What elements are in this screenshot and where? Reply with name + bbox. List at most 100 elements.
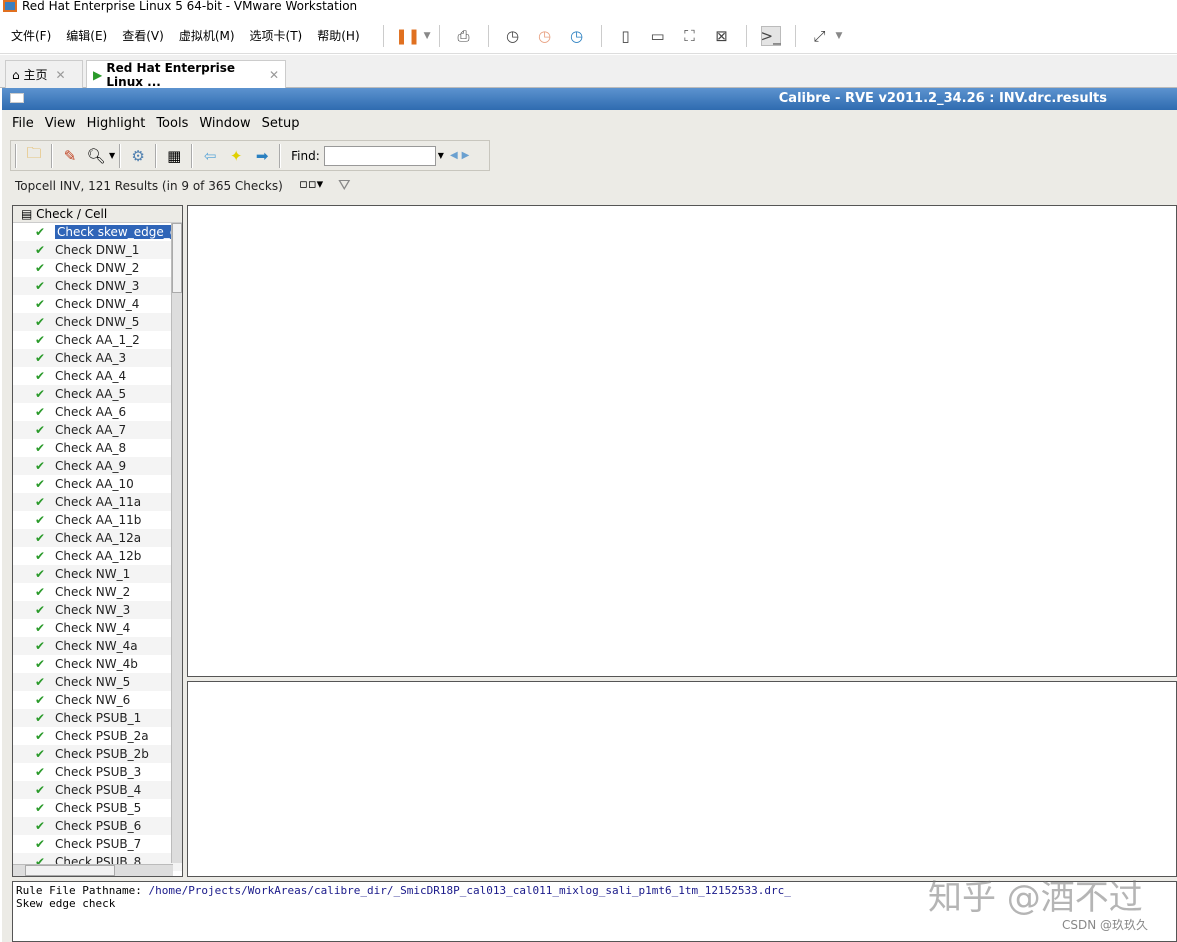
view-options-icon[interactable]: ▫▫▾: [299, 177, 323, 192]
check-row[interactable]: ✔ Check NW_5: [13, 673, 182, 691]
check-row[interactable]: ✔ Check AA_5: [13, 385, 182, 403]
check-label: Check skew_edge_c: [55, 225, 179, 239]
snapshot-icon[interactable]: ◷: [503, 26, 523, 46]
sidebar-view-icon[interactable]: ▯: [616, 26, 636, 46]
check-row[interactable]: ✔ Check PSUB_2a: [13, 727, 182, 745]
horizontal-scrollbar[interactable]: [13, 864, 173, 876]
stretch-icon[interactable]: ⤢: [810, 26, 830, 46]
results-pane[interactable]: [187, 205, 1177, 677]
check-row[interactable]: ✔ Check NW_3: [13, 601, 182, 619]
check-row[interactable]: ✔ Check AA_11a: [13, 493, 182, 511]
check-row[interactable]: ✔ Check NW_6: [13, 691, 182, 709]
check-pass-icon: ✔: [35, 531, 46, 545]
stretch-dropdown-icon[interactable]: ▼: [836, 31, 843, 41]
close-icon[interactable]: ✕: [269, 68, 279, 82]
scrollbar-thumb[interactable]: [25, 865, 115, 876]
check-row[interactable]: ✔ Check NW_2: [13, 583, 182, 601]
send-keys-icon[interactable]: ⎙: [454, 26, 474, 46]
dropdown-icon[interactable]: ▼: [109, 151, 115, 160]
menu-tools[interactable]: Tools: [156, 116, 188, 131]
console-icon[interactable]: >_: [761, 25, 781, 46]
clear-highlight-icon[interactable]: ✎: [59, 145, 81, 167]
close-icon[interactable]: ✕: [55, 68, 65, 82]
check-row[interactable]: ✔ Check AA_12b: [13, 547, 182, 565]
find-next-icon[interactable]: ▶: [462, 150, 470, 161]
check-row[interactable]: ✔ Check DNW_3: [13, 277, 182, 295]
check-row[interactable]: ✔ Check PSUB_2b: [13, 745, 182, 763]
vm-menu-tabs[interactable]: 选项卡(T): [250, 27, 303, 44]
open-folder-icon[interactable]: 🗀: [23, 144, 45, 167]
check-row[interactable]: ✔ Check PSUB_3: [13, 763, 182, 781]
check-row[interactable]: ✔ Check AA_11b: [13, 511, 182, 529]
check-row[interactable]: ✔ Check AA_1_2: [13, 331, 182, 349]
filter-icon[interactable]: ⛛: [338, 176, 351, 194]
check-row[interactable]: ✔ Check PSUB_7: [13, 835, 182, 853]
window-menu-icon[interactable]: [10, 93, 24, 103]
vm-menu-edit[interactable]: 编辑(E): [66, 27, 107, 44]
check-pass-icon: ✔: [35, 243, 46, 257]
find-previous-icon[interactable]: ◀: [450, 150, 458, 161]
highlight-current-icon[interactable]: ✦: [225, 145, 247, 167]
unity-icon[interactable]: ⊠: [712, 26, 732, 46]
check-row[interactable]: ✔ Check PSUB_5: [13, 799, 182, 817]
next-arrow-icon[interactable]: ➡: [251, 145, 273, 167]
check-row[interactable]: ✔ Check NW_4a: [13, 637, 182, 655]
menu-setup[interactable]: Setup: [262, 116, 300, 131]
tree-header[interactable]: ▤ Check / Cell: [13, 206, 182, 223]
menu-highlight[interactable]: Highlight: [87, 116, 146, 131]
details-pane[interactable]: [187, 681, 1177, 877]
check-row[interactable]: ✔ Check DNW_5: [13, 313, 182, 331]
previous-arrow-icon[interactable]: ⇦: [199, 145, 221, 167]
check-pass-icon: ✔: [35, 423, 46, 437]
check-row[interactable]: ✔ Check NW_4b: [13, 655, 182, 673]
vm-menu-vm[interactable]: 虚拟机(M): [179, 27, 235, 44]
find-dropdown-icon[interactable]: ▼: [438, 151, 444, 160]
pause-icon[interactable]: ❚❚: [395, 26, 420, 46]
check-row[interactable]: ✔ Check DNW_4: [13, 295, 182, 313]
check-row[interactable]: ✔ Check AA_8: [13, 439, 182, 457]
check-row[interactable]: ✔ Check AA_6: [13, 403, 182, 421]
vertical-scrollbar[interactable]: [171, 223, 182, 863]
check-row[interactable]: ✔ Check NW_1: [13, 565, 182, 583]
check-row[interactable]: ✔ Check PSUB_4: [13, 781, 182, 799]
tab-home[interactable]: ⌂ 主页 ✕: [5, 60, 83, 88]
check-pass-icon: ✔: [35, 819, 46, 833]
highlight-results-icon[interactable]: ▦: [163, 145, 185, 167]
check-row[interactable]: ✔ Check AA_7: [13, 421, 182, 439]
find-input[interactable]: [323, 145, 436, 166]
check-row[interactable]: ✔ Check AA_9: [13, 457, 182, 475]
check-row[interactable]: ✔ Check NW_4: [13, 619, 182, 637]
tab-vm[interactable]: ▶ Red Hat Enterprise Linux ... ✕: [86, 60, 286, 89]
revert-snapshot-icon[interactable]: ◷: [535, 26, 555, 46]
check-row[interactable]: ✔ Check PSUB_6: [13, 817, 182, 835]
pause-dropdown-icon[interactable]: ▼: [424, 31, 431, 41]
check-row[interactable]: ✔ Check AA_12a: [13, 529, 182, 547]
check-row[interactable]: ✔ Check DNW_1: [13, 241, 182, 259]
check-row[interactable]: ✔ Check PSUB_1: [13, 709, 182, 727]
check-label: Check AA_12b: [55, 549, 142, 563]
menu-file[interactable]: File: [12, 116, 34, 131]
zoom-highlight-icon[interactable]: 🔍︎: [85, 145, 107, 167]
check-row[interactable]: ✔ Check AA_4: [13, 367, 182, 385]
check-label: Check AA_11b: [55, 513, 142, 527]
tree-header-icon: ▤: [21, 207, 37, 221]
settings-gear-icon[interactable]: ⚙: [127, 145, 149, 167]
check-row[interactable]: ✔ Check skew_edge_c: [13, 223, 182, 241]
fullscreen-icon[interactable]: ⛶: [680, 26, 700, 46]
thumbnail-view-icon[interactable]: ▭: [648, 26, 668, 46]
vm-menu-view[interactable]: 查看(V): [122, 27, 164, 44]
check-row[interactable]: ✔ Check DNW_2: [13, 259, 182, 277]
calibre-menubar: File View Highlight Tools Window Setup: [12, 116, 310, 131]
check-label: Check NW_4b: [55, 657, 138, 671]
check-row[interactable]: ✔ Check AA_3: [13, 349, 182, 367]
menu-view[interactable]: View: [45, 116, 76, 131]
check-label: Check AA_12a: [55, 531, 142, 545]
tab-label: Red Hat Enterprise Linux ...: [106, 60, 236, 89]
vm-menu-file[interactable]: 文件(F): [11, 27, 51, 44]
menu-window[interactable]: Window: [199, 116, 250, 131]
vm-menu-help[interactable]: 帮助(H): [317, 27, 359, 44]
check-row[interactable]: ✔ Check AA_10: [13, 475, 182, 493]
rule-file-path[interactable]: /home/Projects/WorkAreas/calibre_dir/_Sm…: [148, 884, 790, 897]
scrollbar-thumb[interactable]: [172, 223, 182, 293]
snapshot-manager-icon[interactable]: ◷: [567, 26, 587, 46]
